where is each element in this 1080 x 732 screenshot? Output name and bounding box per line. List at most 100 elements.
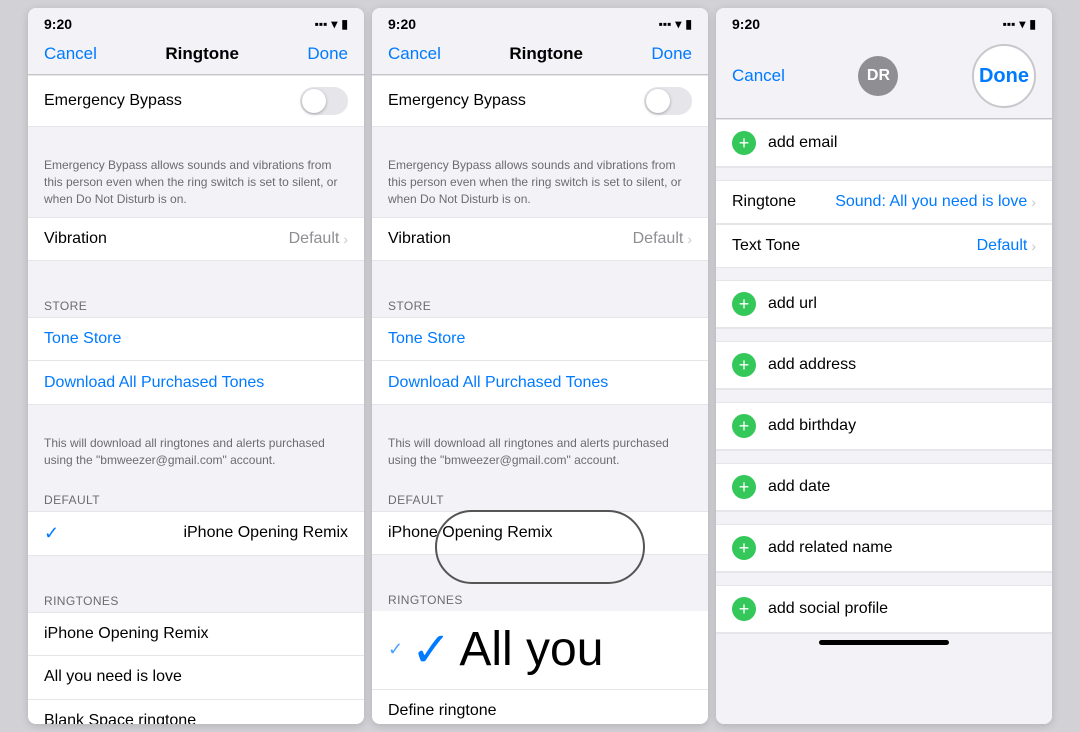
emergency-bypass-label: Emergency Bypass bbox=[44, 92, 182, 110]
small-check-icon: ✓ bbox=[388, 639, 403, 660]
ringtones-header-2: RINGTONES bbox=[372, 579, 708, 611]
default-ringtone-label: iPhone Opening Remix bbox=[183, 524, 348, 542]
contact-avatar: DR bbox=[858, 56, 898, 96]
status-time-2: 9:20 bbox=[388, 16, 416, 32]
screen3: 9:20 ▪▪▪ ▾ ▮ Cancel DR Done + add email bbox=[716, 8, 1052, 724]
download-tones-cell-1[interactable]: Download All Purchased Tones bbox=[28, 361, 364, 405]
emergency-bypass-cell: Emergency Bypass bbox=[28, 75, 364, 127]
done-circle-button[interactable]: Done bbox=[972, 44, 1036, 108]
default-ringtone-cell[interactable]: ✓ iPhone Opening Remix bbox=[28, 511, 364, 556]
add-url-row[interactable]: + add url bbox=[716, 281, 1052, 328]
vibration-cell-2[interactable]: Vibration Default › bbox=[372, 217, 708, 261]
text-tone-label: Text Tone bbox=[732, 237, 800, 255]
add-related-name-row[interactable]: + add related name bbox=[716, 525, 1052, 572]
ringtone-row-label: Ringtone bbox=[732, 193, 796, 211]
add-birthday-icon: + bbox=[732, 414, 756, 438]
add-url-icon: + bbox=[732, 292, 756, 316]
default-header-2: DEFAULT bbox=[372, 479, 708, 511]
tone-store-cell-1[interactable]: Tone Store bbox=[28, 317, 364, 361]
done-button-2[interactable]: Done bbox=[651, 44, 692, 64]
done-circle-label: Done bbox=[979, 65, 1029, 88]
nav-bar-2: Cancel Ringtone Done bbox=[372, 36, 708, 75]
status-bar-3: 9:20 ▪▪▪ ▾ ▮ bbox=[716, 8, 1052, 36]
highlighted-ringtone-cell[interactable]: ✓ ✓ All you bbox=[372, 611, 708, 690]
cancel-button-2[interactable]: Cancel bbox=[388, 44, 441, 64]
add-address-row[interactable]: + add address bbox=[716, 342, 1052, 389]
vibration-value: Default › bbox=[289, 230, 348, 248]
vibration-group: Vibration Default › bbox=[28, 217, 364, 261]
default-ringtone-cell-2[interactable]: iPhone Opening Remix bbox=[372, 511, 708, 555]
add-social-profile-row[interactable]: + add social profile bbox=[716, 586, 1052, 633]
nav-bar-1: Cancel Ringtone Done bbox=[28, 36, 364, 75]
signal-icon-3: ▪▪▪ bbox=[1003, 17, 1016, 31]
add-social-profile-icon: + bbox=[732, 597, 756, 621]
add-address-icon: + bbox=[732, 353, 756, 377]
vibration-chevron-2: › bbox=[687, 231, 692, 247]
ringtone-item-1[interactable]: All you need is love bbox=[28, 656, 364, 700]
cancel-button-1[interactable]: Cancel bbox=[44, 44, 97, 64]
wifi-icon-3: ▾ bbox=[1019, 17, 1025, 31]
screen-content-3: + add email Ringtone Sound: All you need… bbox=[716, 119, 1052, 724]
ringtone-row-value: Sound: All you need is love bbox=[835, 193, 1027, 211]
vibration-group-2: Vibration Default › bbox=[372, 217, 708, 261]
default-header-1: DEFAULT bbox=[28, 479, 364, 511]
screen2: 9:20 ▪▪▪ ▾ ▮ Cancel Ringtone Done Emerge… bbox=[372, 8, 708, 724]
wifi-icon-2: ▾ bbox=[675, 17, 681, 31]
status-icons-2: ▪▪▪ ▾ ▮ bbox=[659, 17, 692, 31]
status-icons-3: ▪▪▪ ▾ ▮ bbox=[1003, 17, 1036, 31]
cancel-button-3[interactable]: Cancel bbox=[732, 66, 785, 86]
done-button-1[interactable]: Done bbox=[307, 44, 348, 64]
battery-icon-3: ▮ bbox=[1029, 17, 1036, 31]
default-group-1: ✓ iPhone Opening Remix bbox=[28, 511, 364, 556]
highlighted-ringtone-label: All you bbox=[459, 622, 603, 677]
ringtone-item-s2-3[interactable]: Define ringtone bbox=[372, 690, 708, 724]
download-tones-cell-2[interactable]: Download All Purchased Tones bbox=[372, 361, 708, 405]
add-email-label: add email bbox=[768, 134, 837, 152]
text-tone-value: Default bbox=[977, 237, 1028, 255]
ringtones-header-1: RINGTONES bbox=[28, 580, 364, 612]
emergency-bypass-group-2: Emergency Bypass bbox=[372, 75, 708, 127]
download-desc-1: This will download all ringtones and ale… bbox=[28, 429, 364, 479]
ringtone-item-2[interactable]: Blank Space ringtone bbox=[28, 700, 364, 724]
download-desc-2: This will download all ringtones and ale… bbox=[372, 429, 708, 479]
nav-bar-3: Cancel DR Done bbox=[716, 36, 1052, 119]
nav-title-1: Ringtone bbox=[165, 44, 239, 64]
status-bar-2: 9:20 ▪▪▪ ▾ ▮ bbox=[372, 8, 708, 36]
nav-title-2: Ringtone bbox=[509, 44, 583, 64]
add-email-icon: + bbox=[732, 131, 756, 155]
store-group-1: Tone Store Download All Purchased Tones bbox=[28, 317, 364, 405]
add-date-label: add date bbox=[768, 478, 830, 496]
ringtones-group-2: ✓ ✓ All you Define ringtone Glee Apex Be… bbox=[372, 611, 708, 724]
status-time-3: 9:20 bbox=[732, 16, 760, 32]
add-email-row[interactable]: + add email bbox=[716, 120, 1052, 167]
tone-store-label-1: Tone Store bbox=[44, 330, 121, 348]
add-related-name-icon: + bbox=[732, 536, 756, 560]
ringtone-item-0[interactable]: iPhone Opening Remix bbox=[28, 612, 364, 656]
store-header-2: STORE bbox=[372, 285, 708, 317]
add-url-label: add url bbox=[768, 295, 817, 313]
ringtone-row[interactable]: Ringtone Sound: All you need is love › bbox=[716, 180, 1052, 224]
tone-store-cell-2[interactable]: Tone Store bbox=[372, 317, 708, 361]
text-tone-row[interactable]: Text Tone Default › bbox=[716, 224, 1052, 268]
emergency-desc-2: Emergency Bypass allows sounds and vibra… bbox=[372, 151, 708, 217]
ringtone-chevron: › bbox=[1031, 194, 1036, 210]
tone-store-label-2: Tone Store bbox=[388, 330, 465, 348]
store-header-1: STORE bbox=[28, 285, 364, 317]
battery-icon-2: ▮ bbox=[685, 17, 692, 31]
emergency-bypass-toggle-2[interactable] bbox=[644, 87, 692, 115]
emergency-bypass-toggle[interactable] bbox=[300, 87, 348, 115]
vibration-cell[interactable]: Vibration Default › bbox=[28, 217, 364, 261]
add-birthday-row[interactable]: + add birthday bbox=[716, 403, 1052, 450]
signal-icon: ▪▪▪ bbox=[315, 17, 328, 31]
download-tones-label-2: Download All Purchased Tones bbox=[388, 374, 608, 392]
download-tones-label-1: Download All Purchased Tones bbox=[44, 374, 264, 392]
add-birthday-label: add birthday bbox=[768, 417, 856, 435]
emergency-bypass-cell-2: Emergency Bypass bbox=[372, 75, 708, 127]
add-date-icon: + bbox=[732, 475, 756, 499]
status-bar-1: 9:20 ▪▪▪ ▾ ▮ bbox=[28, 8, 364, 36]
vibration-chevron: › bbox=[343, 231, 348, 247]
vibration-label-2: Vibration bbox=[388, 230, 451, 248]
status-icons-1: ▪▪▪ ▾ ▮ bbox=[315, 17, 348, 31]
add-date-row[interactable]: + add date bbox=[716, 464, 1052, 511]
default-ringtone-label-2: iPhone Opening Remix bbox=[388, 524, 553, 542]
